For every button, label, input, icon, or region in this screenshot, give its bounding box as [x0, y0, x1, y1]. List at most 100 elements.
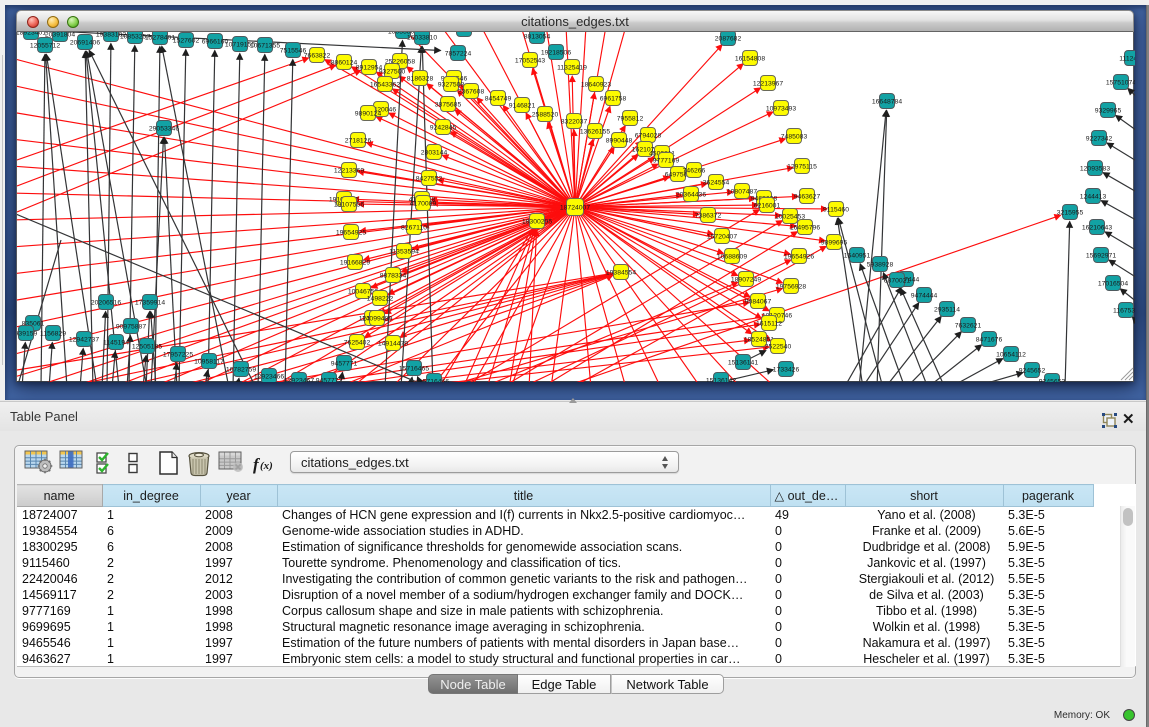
svg-text:9457772: 9457772: [316, 377, 343, 382]
svg-text:8212307: 8212307: [451, 32, 478, 33]
svg-text:20391804: 20391804: [45, 32, 75, 38]
svg-text:16543362: 16543362: [370, 81, 400, 88]
svg-text:2087682: 2087682: [715, 35, 742, 42]
svg-text:17016504: 17016504: [1098, 280, 1128, 287]
svg-text:15136142: 15136142: [706, 377, 736, 382]
svg-text:1167533: 1167533: [1113, 307, 1135, 314]
svg-text:7625402: 7625402: [344, 339, 371, 346]
svg-text:9245653: 9245653: [1039, 378, 1066, 382]
svg-text:2935114: 2935114: [934, 306, 960, 313]
svg-text:6216001: 6216001: [754, 202, 781, 209]
svg-text:11325419: 11325419: [557, 64, 587, 71]
svg-text:18724007: 18724007: [560, 204, 590, 211]
svg-text:16033810: 16033810: [407, 34, 437, 41]
svg-text:3215955: 3215955: [1057, 209, 1084, 216]
svg-text:8427552: 8427552: [416, 175, 443, 182]
svg-text:2803144: 2803144: [421, 149, 448, 156]
svg-text:12213369: 12213369: [334, 167, 364, 174]
svg-text:20206516: 20206516: [91, 299, 121, 306]
svg-text:18524851: 18524851: [744, 336, 774, 343]
svg-text:7386372: 7386372: [695, 212, 722, 219]
svg-text:16648784: 16648784: [872, 98, 902, 105]
svg-text:1156829: 1156829: [40, 330, 66, 337]
svg-text:16154808: 16154808: [735, 55, 765, 62]
svg-text:16495796: 16495796: [790, 224, 820, 231]
svg-text:8878334: 8878334: [380, 272, 407, 279]
svg-text:13626155: 13626155: [580, 128, 610, 135]
svg-text:15716465: 15716465: [399, 365, 429, 372]
svg-text:17957225: 17957225: [163, 351, 193, 358]
svg-text:19654926: 19654926: [784, 253, 814, 260]
svg-text:1145194: 1145194: [103, 339, 129, 346]
svg-text:10807487: 10807487: [727, 188, 757, 195]
svg-text:1498222: 1498222: [367, 295, 394, 302]
svg-text:7515546: 7515546: [280, 47, 307, 54]
svg-text:1640951: 1640951: [844, 252, 871, 259]
svg-text:9327500: 9327500: [379, 68, 406, 75]
svg-text:10688609: 10688609: [717, 253, 747, 260]
svg-text:(x): (x): [260, 460, 273, 472]
svg-text:11353594: 11353594: [389, 248, 419, 255]
svg-text:9084067: 9084067: [745, 298, 772, 305]
svg-text:9890124: 9890124: [355, 110, 382, 117]
svg-text:746266: 746266: [683, 167, 706, 174]
svg-text:15278401: 15278401: [145, 34, 175, 41]
svg-text:29053346: 29053346: [149, 125, 179, 132]
svg-text:9327508: 9327508: [438, 81, 465, 88]
svg-text:7857224: 7857224: [445, 50, 472, 57]
svg-text:2718126: 2718126: [345, 137, 372, 144]
svg-text:5938928: 5938928: [867, 261, 894, 268]
svg-text:8990448: 8990448: [606, 137, 633, 144]
svg-text:20691406: 20691406: [70, 39, 100, 46]
svg-text:3875685: 3875685: [435, 101, 462, 108]
svg-text:6794028: 6794028: [635, 132, 662, 139]
svg-text:10973493: 10973493: [766, 105, 796, 112]
svg-text:18907249: 18907249: [731, 276, 761, 283]
svg-text:9242845: 9242845: [430, 124, 457, 131]
svg-text:9146821: 9146821: [509, 102, 536, 109]
svg-text:15716466: 15716466: [419, 378, 449, 382]
svg-text:3624554: 3624554: [703, 179, 730, 186]
svg-text:18640923: 18640923: [581, 81, 611, 88]
svg-text:12975115: 12975115: [787, 163, 817, 170]
svg-text:9899695: 9899695: [821, 239, 848, 246]
svg-text:15720407: 15720407: [707, 233, 737, 240]
svg-text:7955812: 7955812: [617, 115, 644, 122]
svg-text:8267110: 8267110: [401, 224, 427, 231]
svg-text:18923401: 18923401: [17, 32, 46, 36]
svg-text:16782759: 16782759: [226, 366, 256, 373]
svg-text:1615112: 1615112: [756, 320, 782, 327]
svg-text:20364436: 20364436: [676, 191, 706, 198]
svg-text:9457771: 9457771: [331, 360, 358, 367]
svg-text:4170089: 4170089: [410, 200, 437, 207]
svg-text:19654925: 19654925: [336, 229, 366, 236]
svg-text:9329965: 9329965: [1095, 107, 1122, 114]
svg-text:16210643: 16210643: [1082, 224, 1112, 231]
svg-text:1527602: 1527602: [173, 37, 200, 44]
svg-text:12923466: 12923466: [254, 373, 284, 380]
svg-text:1244413: 1244413: [1080, 193, 1107, 200]
svg-text:8454749: 8454749: [485, 95, 512, 102]
svg-text:10671355: 10671355: [250, 42, 280, 49]
svg-text:8471676: 8471676: [976, 336, 1003, 343]
svg-text:9115460: 9115460: [823, 206, 849, 213]
svg-text:90975887: 90975887: [116, 323, 146, 330]
svg-text:2522540: 2522540: [765, 343, 792, 350]
svg-text:9245652: 9245652: [1019, 367, 1046, 374]
svg-text:7485083: 7485083: [781, 133, 808, 140]
svg-text:10654112: 10654112: [996, 351, 1026, 358]
svg-text:10958117: 10958117: [194, 358, 224, 365]
svg-text:7632621: 7632621: [955, 322, 982, 329]
svg-text:12093583: 12093583: [1080, 165, 1110, 172]
svg-text:17359914: 17359914: [135, 299, 165, 306]
svg-text:9474444: 9474444: [911, 292, 938, 299]
svg-text:12923467: 12923467: [284, 377, 314, 382]
svg-text:19166829: 19166829: [340, 259, 370, 266]
svg-text:7663822: 7663822: [304, 52, 331, 59]
svg-text:19756928: 19756928: [776, 283, 806, 290]
svg-text:9463627: 9463627: [794, 193, 821, 200]
svg-text:2588520: 2588520: [532, 111, 559, 118]
svg-text:1733426: 1733426: [773, 366, 800, 373]
svg-text:19384554: 19384554: [606, 269, 636, 276]
svg-text:15136141: 15136141: [728, 359, 758, 366]
